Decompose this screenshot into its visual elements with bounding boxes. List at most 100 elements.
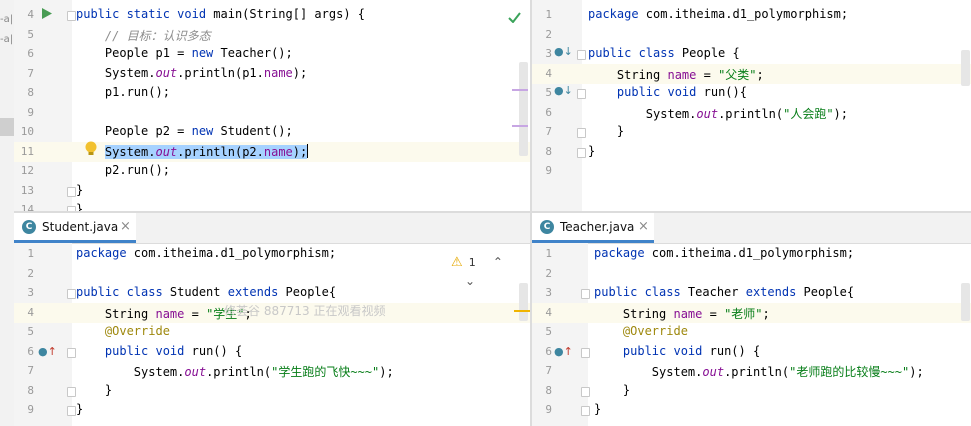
code-line[interactable]: 8 p1.run(); <box>14 83 530 103</box>
fold-marker-icon[interactable] <box>67 386 76 397</box>
code-line[interactable]: 9} <box>532 400 971 420</box>
implemented-by-icon[interactable]: ●↓ <box>554 45 573 58</box>
close-icon[interactable]: × <box>638 219 649 234</box>
line-number: 6 <box>545 344 552 358</box>
class-icon: C <box>540 220 554 234</box>
line-number: 9 <box>545 164 552 177</box>
code-line[interactable]: 9 <box>14 103 530 123</box>
scroll-marker <box>512 125 528 127</box>
scrollbar-thumb[interactable] <box>961 283 970 321</box>
code-text: System.out.println("老师跑的比较慢~~~"); <box>594 365 924 379</box>
code-text: System.out.println(p2.name); <box>104 143 309 159</box>
fold-marker-icon[interactable] <box>577 89 586 99</box>
fold-marker-icon[interactable] <box>581 347 590 358</box>
fold-marker-icon[interactable] <box>67 406 76 416</box>
fold-marker-icon[interactable] <box>67 11 76 21</box>
line-number: 9 <box>545 403 552 416</box>
code-line[interactable]: 7 System.out.println("学生跑的飞快~~~"); <box>14 361 530 381</box>
code-text: System.out.println("人会跑"); <box>588 106 848 121</box>
code-line[interactable]: 7 } <box>532 122 971 142</box>
code-line[interactable]: 5 @Override <box>14 322 530 342</box>
tab-bar: C Student.java × <box>14 213 530 244</box>
code-line[interactable]: 8} <box>532 142 971 162</box>
line-number: 5 <box>545 86 552 99</box>
code-line[interactable]: 5 @Override <box>532 322 971 342</box>
code-text: } <box>594 402 602 416</box>
fold-marker-icon[interactable] <box>67 347 76 358</box>
code-line[interactable]: 8 } <box>532 381 971 401</box>
inspection-widget[interactable]: ⚠ 1 ⌃ ⌄ <box>451 251 530 288</box>
code-text: public void run(){ <box>616 85 747 99</box>
fold-marker-icon[interactable] <box>581 406 590 416</box>
code-text: @Override <box>104 324 170 338</box>
line-number: 1 <box>27 247 34 260</box>
next-problem-icon[interactable]: ⌄ <box>465 274 475 288</box>
fold-marker-icon[interactable] <box>67 186 76 197</box>
line-number: 5 <box>27 27 34 41</box>
line-number: 7 <box>545 125 552 138</box>
line-number: 2 <box>545 266 552 280</box>
code-line[interactable]: 12 p2.run(); <box>14 161 530 181</box>
fold-marker-icon[interactable] <box>67 289 76 299</box>
scrollbar-thumb[interactable] <box>519 62 528 156</box>
code-line[interactable]: 1 package com.itheima.d1_polymorphism; <box>532 244 971 264</box>
fold-marker-icon[interactable] <box>577 50 586 60</box>
code-line[interactable]: 7 System.out.println(p1.name); <box>14 64 530 84</box>
run-icon[interactable] <box>42 8 52 19</box>
code-text: public class Teacher extends People{ <box>594 285 855 299</box>
code-line[interactable]: 4 String name = "老师"; <box>532 302 971 323</box>
close-icon[interactable]: × <box>120 219 131 234</box>
overridden-by-icon[interactable]: ●↓ <box>554 84 573 97</box>
fold-marker-icon[interactable] <box>581 289 590 299</box>
code-line[interactable]: 10 People p2 = new Student(); <box>14 122 530 142</box>
inspection-ok-icon[interactable] <box>508 12 521 23</box>
line-number: 6 <box>545 105 552 119</box>
code-line[interactable]: 14} <box>14 200 530 211</box>
code-line[interactable]: 6 public void run() { <box>14 342 530 362</box>
code-line[interactable]: 3 public class Teacher extends People{ <box>532 283 971 303</box>
code-line[interactable]: 5 // 目标：认识多态 <box>14 25 530 45</box>
code-line[interactable]: 4 String name = "父类"; <box>532 63 971 84</box>
line-number: 1 <box>545 247 552 260</box>
editor-pane-student[interactable]: C Student.java × 1 package com.itheima.d1… <box>14 213 530 426</box>
code-line[interactable]: 8 } <box>14 381 530 401</box>
fold-marker-icon[interactable] <box>581 386 590 397</box>
scrollbar-thumb[interactable] <box>519 283 528 321</box>
code-line[interactable]: 3 public class People { <box>532 44 971 64</box>
editor-pane-teacher[interactable]: C Teacher.java × 1 package com.itheima.d1… <box>532 213 971 426</box>
code-text: package com.itheima.d1_polymorphism; <box>588 7 849 21</box>
code-text: } <box>76 202 84 211</box>
code-line[interactable]: 9 <box>532 161 971 181</box>
fold-marker-icon[interactable] <box>577 128 586 138</box>
line-number: 5 <box>27 325 34 338</box>
code-line[interactable]: 6 People p1 = new Teacher(); <box>14 44 530 64</box>
code-text: p2.run(); <box>76 163 170 177</box>
fold-marker-icon[interactable] <box>577 147 586 158</box>
line-number: 4 <box>545 305 552 319</box>
tab-teacher-java[interactable]: C Teacher.java × <box>532 213 654 243</box>
overrides-icon[interactable]: ●↑ <box>38 345 57 358</box>
warning-icon: ⚠ <box>451 255 463 270</box>
tab-student-java[interactable]: C Student.java × <box>14 213 136 243</box>
previous-problem-icon[interactable]: ⌃ <box>493 255 503 269</box>
editor-pane-people[interactable]: 1 package com.itheima.d1_polymorphism; 2 3 p… <box>532 0 971 211</box>
code-line[interactable]: 5 public void run(){ <box>532 83 971 103</box>
code-line[interactable]: 6 System.out.println("人会跑"); <box>532 103 971 123</box>
lightbulb-icon[interactable] <box>84 141 98 157</box>
editor-pane-main[interactable]: 4 public static void main(String[] args) … <box>14 0 530 211</box>
overrides-icon[interactable]: ●↑ <box>554 345 573 358</box>
code-line[interactable]: 7 System.out.println("老师跑的比较慢~~~"); <box>532 361 971 381</box>
code-line[interactable]: 6 public void run() { <box>532 342 971 362</box>
code-line[interactable]: 2 <box>532 264 971 284</box>
code-line[interactable]: 1 package com.itheima.d1_polymorphism; <box>532 5 971 25</box>
code-line[interactable]: 2 <box>532 25 971 45</box>
left-strip-fragment: -a| <box>0 14 14 25</box>
line-number: 3 <box>545 286 552 299</box>
code-line[interactable]: 13} <box>14 181 530 201</box>
scrollbar-thumb[interactable] <box>961 50 970 86</box>
code-text: public class Student extends People{ <box>76 285 337 299</box>
code-line[interactable]: 4 public static void main(String[] args) … <box>14 5 530 25</box>
left-strip-selection <box>0 118 14 136</box>
code-line[interactable]: 9} <box>14 400 530 420</box>
code-text: } <box>588 124 625 138</box>
